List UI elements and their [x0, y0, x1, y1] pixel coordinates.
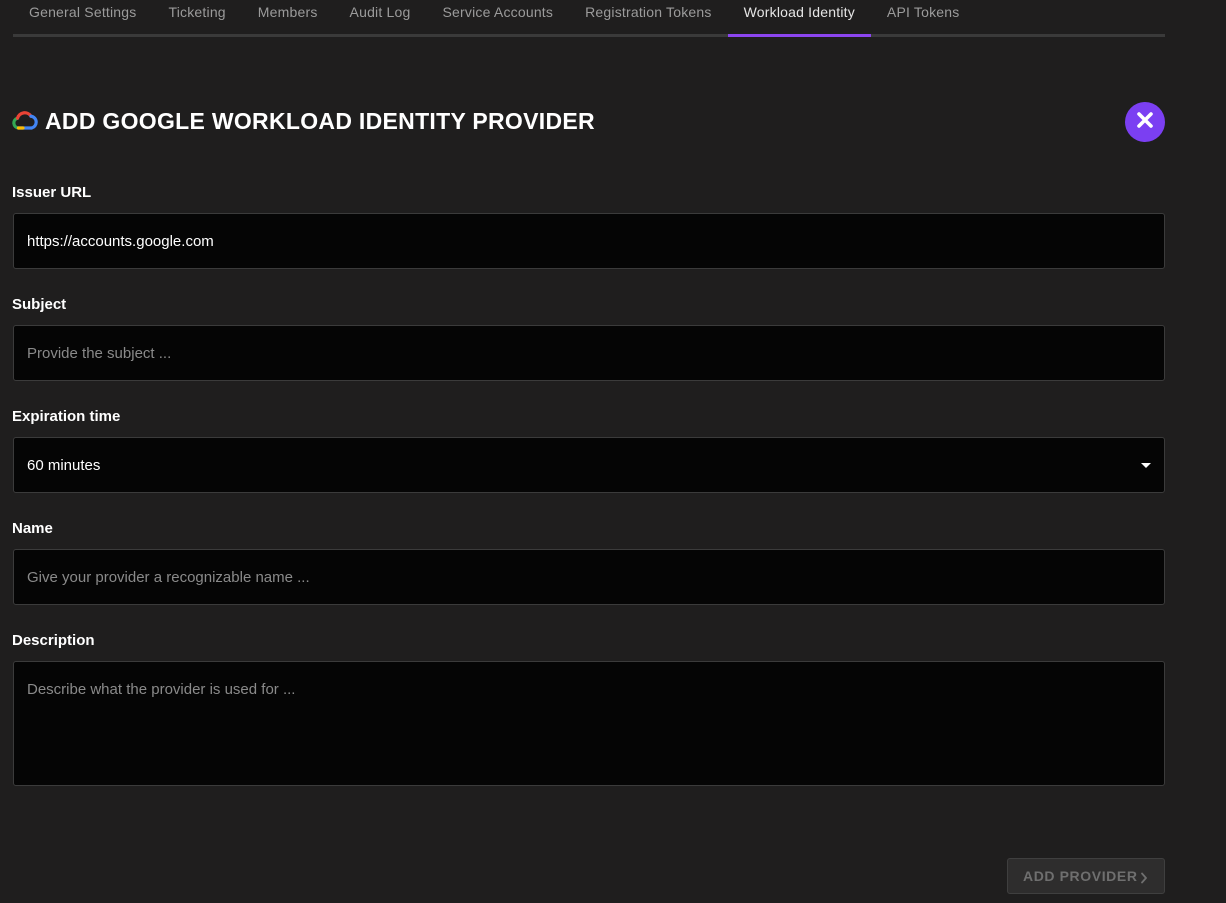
page: General Settings Ticketing Members Audit… — [0, 0, 1226, 903]
dropdown-arrow-icon — [1141, 463, 1151, 468]
description-placeholder: Describe what the provider is used for .… — [27, 681, 296, 698]
tab-bar: General Settings Ticketing Members Audit… — [13, 0, 1165, 37]
close-button[interactable] — [1125, 102, 1165, 142]
description-textarea[interactable]: Describe what the provider is used for .… — [13, 661, 1165, 786]
tab-service-accounts[interactable]: Service Accounts — [427, 0, 570, 34]
name-placeholder: Give your provider a recognizable name .… — [27, 568, 310, 586]
close-icon — [1136, 111, 1154, 134]
issuer-url-label: Issuer URL — [12, 184, 92, 201]
name-input[interactable]: Give your provider a recognizable name .… — [13, 549, 1165, 605]
issuer-url-value: https://accounts.google.com — [27, 232, 214, 250]
page-header: ADD GOOGLE WORKLOAD IDENTITY PROVIDER — [12, 104, 595, 138]
tab-ticketing[interactable]: Ticketing — [152, 0, 241, 34]
page-title: ADD GOOGLE WORKLOAD IDENTITY PROVIDER — [45, 107, 595, 134]
tab-registration-tokens[interactable]: Registration Tokens — [569, 0, 728, 34]
google-cloud-icon — [12, 111, 38, 131]
expiration-time-select[interactable]: 60 minutes — [13, 437, 1165, 493]
add-provider-button[interactable]: ADD PROVIDER — [1007, 858, 1165, 894]
chevron-right-icon — [1140, 871, 1148, 887]
tab-workload-identity[interactable]: Workload Identity — [727, 0, 872, 37]
name-label: Name — [12, 520, 53, 537]
tab-api-tokens[interactable]: API Tokens — [871, 0, 976, 34]
issuer-url-input[interactable]: https://accounts.google.com — [13, 213, 1165, 269]
add-provider-label: ADD PROVIDER — [1023, 868, 1138, 884]
tab-members[interactable]: Members — [242, 0, 334, 34]
description-label: Description — [12, 632, 95, 649]
expiration-time-label: Expiration time — [12, 408, 121, 425]
subject-placeholder: Provide the subject ... — [27, 344, 172, 362]
tab-audit-log[interactable]: Audit Log — [334, 0, 427, 34]
expiration-time-value: 60 minutes — [27, 456, 101, 474]
subject-label: Subject — [12, 296, 67, 313]
tab-general-settings[interactable]: General Settings — [13, 0, 152, 34]
tabs: General Settings Ticketing Members Audit… — [13, 0, 1165, 37]
subject-input[interactable]: Provide the subject ... — [13, 325, 1165, 381]
